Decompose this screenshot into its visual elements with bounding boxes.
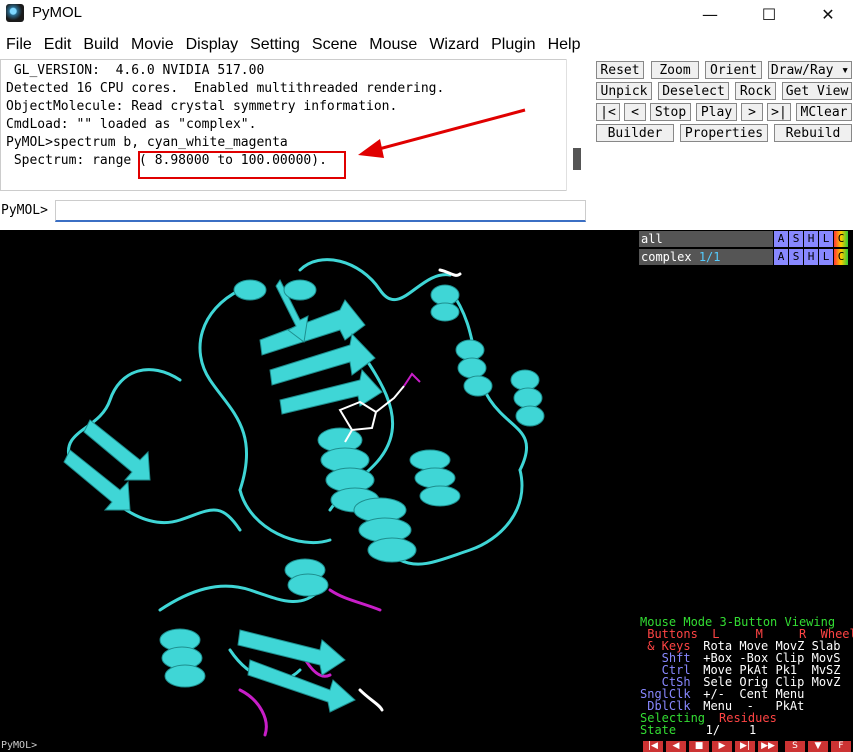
- action-button[interactable]: A: [774, 231, 788, 247]
- back-button[interactable]: <: [624, 103, 646, 121]
- output-scrollbar-thumb[interactable]: [573, 148, 581, 170]
- menu-edit[interactable]: Edit: [38, 33, 78, 57]
- rebuild-button[interactable]: Rebuild: [774, 124, 852, 142]
- log-line: PyMOL>spectrum b, cyan_white_magenta: [6, 135, 288, 150]
- maximize-button[interactable]: ☐: [746, 0, 792, 28]
- show-button[interactable]: S: [789, 249, 803, 265]
- end-button[interactable]: >|: [767, 103, 791, 121]
- menu-scene[interactable]: Scene: [306, 33, 363, 57]
- minimize-button[interactable]: —: [687, 0, 733, 28]
- get-view-button[interactable]: Get View: [782, 82, 852, 100]
- log-line: ObjectMolecule: Read crystal symmetry in…: [6, 99, 398, 114]
- menu-setting[interactable]: Setting: [244, 33, 306, 57]
- menu-bar: File Edit Build Movie Display Setting Sc…: [0, 33, 586, 57]
- color-button[interactable]: C: [834, 231, 848, 247]
- title-bar: PyMOL — ☐ ✕: [0, 0, 853, 28]
- pymol-app-icon: [6, 4, 24, 22]
- log-line: Detected 16 CPU cores. Enabled multithre…: [6, 81, 445, 96]
- properties-button[interactable]: Properties: [680, 124, 768, 142]
- object-panel: [639, 230, 853, 612]
- label-button[interactable]: L: [819, 231, 833, 247]
- scene-icon[interactable]: S: [785, 741, 805, 752]
- color-button[interactable]: C: [834, 249, 848, 265]
- viewer-command-prompt[interactable]: PyMOL>: [0, 740, 639, 752]
- action-button[interactable]: A: [774, 249, 788, 265]
- state-label: State: [640, 723, 677, 737]
- command-prompt-label: PyMOL>: [1, 203, 48, 218]
- hide-button[interactable]: H: [804, 249, 818, 265]
- rewind-button[interactable]: |<: [596, 103, 620, 121]
- label-button[interactable]: L: [819, 249, 833, 265]
- command-input[interactable]: [55, 200, 586, 222]
- menu-help[interactable]: Help: [542, 33, 587, 57]
- next-frame-icon[interactable]: ▶|: [735, 741, 755, 752]
- play-button[interactable]: Play: [696, 103, 737, 121]
- menu-display[interactable]: Display: [180, 33, 244, 57]
- menu-wizard[interactable]: Wizard: [423, 33, 485, 57]
- mouse-mode-panel[interactable]: Mouse Mode 3-Button Viewing Buttons L M …: [639, 612, 853, 740]
- fullscreen-icon[interactable]: F: [831, 741, 851, 752]
- object-row-complex[interactable]: complex 1/1 A S H L C: [639, 249, 853, 265]
- menu-mouse[interactable]: Mouse: [363, 33, 423, 57]
- deselect-button[interactable]: Deselect: [658, 82, 729, 100]
- window-title: PyMOL: [32, 4, 83, 21]
- builder-button[interactable]: Builder: [596, 124, 674, 142]
- state-value: 1/ 1: [684, 723, 757, 737]
- reset-button[interactable]: Reset: [596, 61, 644, 79]
- show-button[interactable]: S: [789, 231, 803, 247]
- draw-ray-button[interactable]: Draw/Ray ▾: [768, 61, 852, 79]
- forward-button[interactable]: >: [741, 103, 763, 121]
- stop-icon[interactable]: ■: [689, 741, 709, 752]
- object-name[interactable]: all: [639, 231, 773, 247]
- log-line: CmdLoad: "" loaded as "complex".: [6, 117, 257, 132]
- menu-file[interactable]: File: [0, 33, 38, 57]
- orient-button[interactable]: Orient: [705, 61, 762, 79]
- protein-cartoon: [63, 258, 545, 737]
- rock-button[interactable]: Rock: [735, 82, 776, 100]
- close-button[interactable]: ✕: [805, 0, 851, 28]
- menu-plugin[interactable]: Plugin: [485, 33, 541, 57]
- playback-bar: |◀ ◀ ■ ▶ ▶| ▶▶ S ▼ F: [639, 740, 853, 752]
- log-line: GL_VERSION: 4.6.0 NVIDIA 517.00: [6, 63, 265, 78]
- chevron-down-icon[interactable]: ▼: [808, 741, 828, 752]
- object-name[interactable]: complex 1/1: [639, 249, 773, 265]
- mclear-button[interactable]: MClear: [796, 103, 852, 121]
- hide-button[interactable]: H: [804, 231, 818, 247]
- last-frame-icon[interactable]: ▶▶: [758, 741, 778, 752]
- zoom-button[interactable]: Zoom: [651, 61, 699, 79]
- prev-frame-icon[interactable]: ◀: [666, 741, 686, 752]
- play-icon[interactable]: ▶: [712, 741, 732, 752]
- menu-movie[interactable]: Movie: [125, 33, 180, 57]
- unpick-button[interactable]: Unpick: [596, 82, 652, 100]
- object-row-all[interactable]: all A S H L C: [639, 231, 853, 247]
- stop-button[interactable]: Stop: [650, 103, 691, 121]
- menu-build[interactable]: Build: [77, 33, 125, 57]
- annotation-highlight-box: [138, 151, 346, 179]
- first-frame-icon[interactable]: |◀: [643, 741, 663, 752]
- molecule-viewer[interactable]: [0, 230, 639, 740]
- output-scrollbar[interactable]: [566, 59, 588, 191]
